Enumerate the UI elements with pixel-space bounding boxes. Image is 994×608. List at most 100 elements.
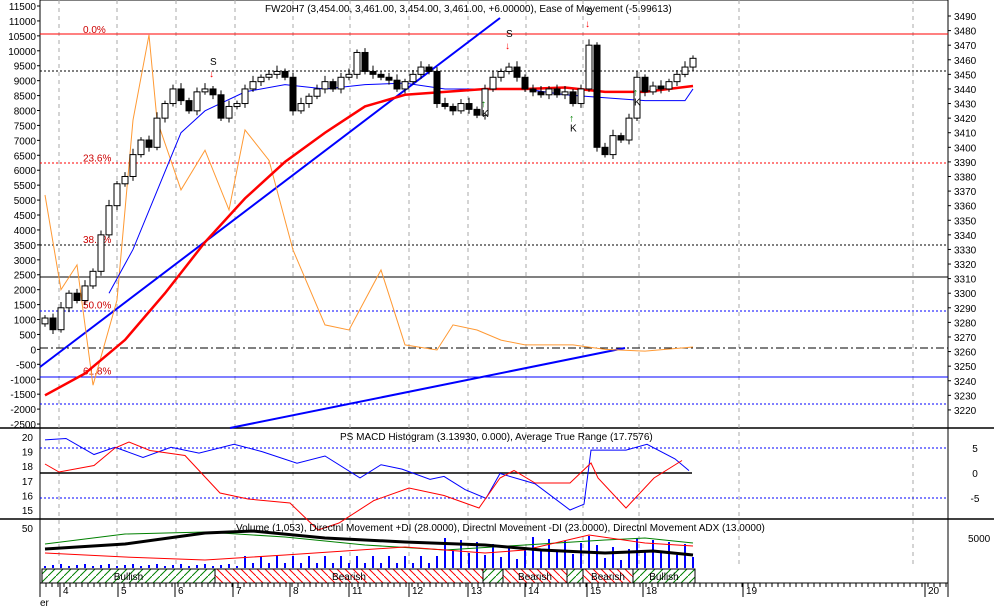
candle-body	[121, 175, 129, 185]
candle-body	[505, 66, 513, 72]
left-axis-tick: 7500	[14, 121, 37, 132]
right-axis-tick: 3490	[954, 12, 977, 23]
trendline	[229, 347, 626, 429]
right-axis-tick: 3420	[954, 114, 977, 125]
candle-body	[209, 88, 217, 96]
candle-body	[369, 70, 377, 75]
left-axis-tick: 7000	[14, 136, 37, 147]
candle-body	[545, 88, 553, 96]
right-axis-tick: 3410	[954, 129, 977, 140]
buy-arrow-icon: ↑	[481, 99, 486, 110]
left-axis-tick: 10500	[8, 32, 36, 43]
left-axis-tick: -1500	[10, 390, 36, 401]
candle-body	[273, 70, 281, 75]
candle-body	[129, 154, 137, 177]
band-label: Bullish	[114, 572, 143, 583]
sell-arrow-icon: ↓	[209, 69, 214, 80]
candle-body	[249, 81, 257, 90]
candle-body	[417, 66, 425, 75]
candle-body	[521, 76, 529, 90]
sell-arrow-icon: ↓	[505, 41, 510, 52]
candle-body	[105, 205, 113, 236]
candle-body	[241, 88, 249, 105]
macd-right-tick: 0	[972, 469, 978, 480]
candle-body	[457, 103, 465, 112]
candle-body	[361, 51, 369, 72]
candle-body	[97, 234, 105, 272]
left-axis-tick: 11500	[9, 2, 37, 13]
candle-body	[585, 44, 593, 90]
left-axis-tick: -500	[16, 360, 36, 371]
candle-body	[289, 76, 297, 112]
right-axis-tick: 3390	[954, 158, 977, 169]
fib-label: 23.6%	[83, 153, 111, 164]
band-label: Bearish	[591, 572, 625, 583]
candle-body	[601, 146, 609, 156]
fib-label: 50.0%	[83, 301, 111, 312]
candle-body	[153, 117, 161, 148]
right-axis-tick: 3350	[954, 216, 977, 227]
price-panel-title: FW20H7 (3,454.00, 3,461.00, 3,454.00, 3,…	[265, 4, 672, 15]
date-label: 14	[528, 586, 540, 597]
left-axis-tick: 3000	[14, 256, 37, 267]
candle-body	[665, 81, 673, 90]
right-axis-tick: 3480	[954, 27, 977, 38]
sell-arrow-icon: ↓	[585, 19, 590, 30]
candle-body	[497, 70, 505, 78]
macd-right-tick: 5	[972, 444, 978, 455]
band-label: Bullish	[649, 572, 678, 583]
left-axis-tick: 5500	[14, 181, 37, 192]
candle-body	[641, 76, 649, 93]
left-axis-tick: 9500	[14, 62, 37, 73]
candle-body	[217, 94, 225, 119]
candle-body	[681, 66, 689, 75]
date-label: 20	[928, 586, 940, 597]
left-axis-tick: 0	[30, 345, 36, 356]
signal-label: S	[210, 57, 217, 68]
left-axis-tick: 2500	[14, 271, 37, 282]
candle-body	[385, 76, 393, 81]
left-axis-tick: 1500	[14, 301, 37, 312]
candle-body	[609, 135, 617, 156]
signal-label: S	[506, 29, 513, 40]
buy-arrow-icon: ↑	[633, 87, 638, 98]
candle-body	[313, 88, 321, 97]
macd-left-tick: 17	[22, 477, 34, 488]
candle-body	[65, 292, 73, 309]
signal-label: K	[634, 97, 641, 108]
stock-chart: 1150011000105001000095009000850080007500…	[0, 0, 994, 608]
date-label: 12	[412, 586, 424, 597]
right-axis-tick: 3240	[954, 377, 977, 388]
left-axis-tick: -2000	[10, 405, 36, 416]
candle-body	[41, 317, 49, 325]
candle-body	[473, 108, 481, 116]
candle-body	[297, 103, 305, 112]
candle-body	[201, 88, 209, 93]
volume-left-tick: 50	[22, 524, 34, 535]
candle-body	[649, 85, 657, 93]
candle-body	[617, 135, 625, 141]
candle-body	[113, 183, 121, 207]
left-axis-tick: 10000	[8, 47, 36, 58]
date-label: 6	[178, 586, 184, 597]
date-label: 11	[352, 586, 363, 597]
candle-body	[409, 73, 417, 83]
date-label: 13	[471, 586, 483, 597]
candle-body	[169, 88, 177, 105]
fib-label: 38.2%	[83, 235, 111, 246]
candle-body	[225, 105, 233, 119]
candle-body	[145, 139, 153, 148]
candle-body	[89, 270, 97, 287]
right-axis-tick: 3370	[954, 187, 977, 198]
right-axis-tick: 3400	[954, 143, 977, 154]
candle-body	[185, 100, 193, 112]
date-label: 7	[236, 586, 242, 597]
candle-body	[393, 79, 401, 90]
right-axis-tick: 3340	[954, 231, 977, 242]
candle-body	[57, 307, 65, 331]
candle-body	[673, 73, 681, 83]
candle-body	[529, 88, 537, 93]
right-axis-tick: 3280	[954, 318, 977, 329]
date-axis[interactable]: 4 5 6 7 8 11 12 13 14 15 18 19 20	[39, 582, 948, 597]
candle-body	[625, 117, 633, 141]
